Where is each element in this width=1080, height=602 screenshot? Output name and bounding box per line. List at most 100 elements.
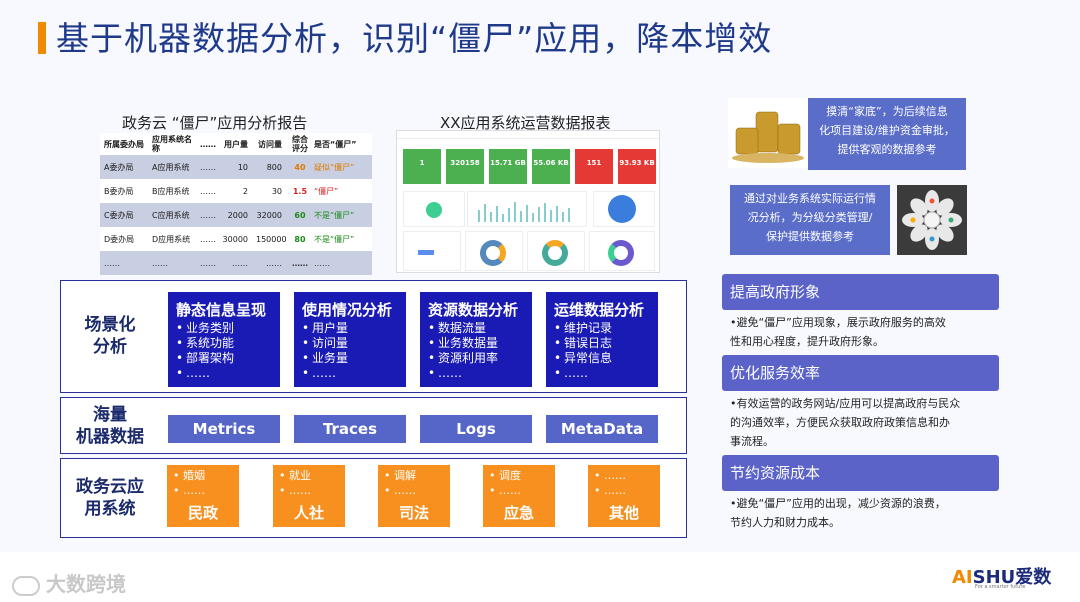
scene-item: ……: [554, 366, 650, 381]
system-name: 司法: [398, 504, 429, 522]
table-cell: 800: [266, 162, 282, 172]
table-cell: D应用系统: [152, 234, 191, 244]
dashboard-toolbar: [397, 131, 659, 139]
system-item: ……: [173, 483, 233, 498]
machine-data-box: MetaData: [546, 415, 658, 443]
kpi-card: 1: [403, 149, 441, 184]
dashboard-screenshot: 1 320158 15.71 GB 55.06 KB 151 93.93 KB: [396, 130, 660, 273]
page-title: 基于机器数据分析，识别“僵尸”应用，降本增效: [56, 19, 773, 58]
scene-card: 静态信息呈现业务类别系统功能部署架构……: [168, 292, 280, 387]
machine-data-box: Logs: [420, 415, 532, 443]
dashboard-panel: [465, 231, 523, 271]
info-box-line: 况分析，为分级分类管理/: [747, 211, 873, 224]
table-cell: 疑似“僵尸”: [314, 162, 355, 172]
scene-item: 维护记录: [554, 321, 650, 336]
table-cell: 40: [294, 162, 306, 172]
table-cell: 30000: [222, 234, 248, 244]
table-cell: ……: [200, 186, 216, 196]
table-cell: “僵尸”: [314, 186, 339, 196]
brand-ai: AI: [952, 567, 973, 588]
system-item: 调度: [489, 468, 549, 483]
watermark: 大数跨境: [12, 568, 126, 597]
table-cell: ……: [200, 162, 216, 172]
row-label-line: 海量: [93, 405, 127, 425]
row-label-line: 用系统: [84, 499, 136, 519]
table-cell: C应用系统: [152, 210, 190, 220]
system-name: 民政: [187, 504, 218, 522]
benefit-title: 节约资源成本: [722, 455, 999, 491]
benefit-line: •避免“僵尸”应用的出现，减少资源的浪费，: [730, 497, 946, 510]
row-label-system: 政务云应 用系统: [66, 476, 154, 520]
scene-item: 访问量: [302, 336, 398, 351]
watermark-text: 大数跨境: [46, 572, 126, 596]
scene-title: 资源数据分析: [428, 301, 519, 319]
row-label-scene: 场景化 分析: [70, 314, 150, 358]
table-cell: ……: [200, 210, 216, 220]
table-cell: 150000: [256, 234, 286, 244]
info-box-line: 通过对业务系统实际运行情: [744, 192, 876, 205]
table-cell: 10: [237, 162, 248, 172]
machine-data-box: Traces: [294, 415, 406, 443]
table-row: D委办局 D应用系统 …… 30000 150000 80 不是“僵尸”: [100, 227, 372, 251]
dashboard-panel: [527, 231, 585, 271]
benefit-line: 性和用心程度，提升政府形象。: [730, 335, 884, 348]
report-col-header: 所属委办局: [104, 139, 144, 149]
scene-item: 异常信息: [554, 351, 650, 366]
table-cell: ……: [232, 258, 248, 268]
report-col-header: 访问量: [258, 139, 282, 149]
table-cell: ……: [266, 258, 282, 268]
table-cell: 2000: [227, 210, 248, 220]
table-cell: 32000: [256, 210, 282, 220]
scene-title: 运维数据分析: [554, 301, 645, 319]
system-item: ……: [279, 483, 339, 498]
scene-item: 业务类别: [176, 321, 272, 336]
benefit-line: •有效运营的政务网站/应用可以提高政府与民众: [730, 397, 961, 410]
table-row: …… …… …… …… …… …… ……: [100, 251, 372, 275]
dashboard-panel: [589, 231, 655, 271]
scene-item: 资源利用率: [428, 351, 524, 366]
table-cell: 30: [271, 186, 282, 196]
table-cell: ……: [152, 258, 168, 268]
system-item: 调解: [384, 468, 444, 483]
system-name: 应急: [503, 504, 534, 522]
table-cell: 1.5: [292, 186, 308, 196]
scene-item: 业务量: [302, 351, 398, 366]
system-item: 就业: [279, 468, 339, 483]
row-label-line: 场景化: [84, 315, 136, 335]
table-cell: ……: [200, 258, 216, 268]
kpi-card: 55.06 KB: [532, 149, 570, 184]
table-cell: 80: [294, 234, 306, 244]
zombie-report-table: 所属委办局 应用系统名称 …… 用户量 访问量 综合评分 是否“僵尸” A委办局…: [100, 133, 372, 275]
scene-title: 静态信息呈现: [176, 301, 267, 319]
report-col-header: 是否“僵尸”: [314, 139, 357, 149]
table-cell: B应用系统: [152, 186, 190, 196]
kpi-card: 320158: [446, 149, 484, 184]
report-header-row: 所属委办局 应用系统名称 …… 用户量 访问量 综合评分 是否“僵尸”: [100, 133, 372, 155]
table-cell: 不是“僵尸”: [314, 234, 355, 244]
benefit-line: •避免“僵尸”应用现象，展示政府服务的高效: [730, 316, 946, 329]
report-col-header: 应用系统名称: [152, 135, 192, 153]
system-item: ……: [489, 483, 549, 498]
coin-stack-icon: [732, 111, 804, 163]
benefit-text: •避免“僵尸”应用现象，展示政府服务的高效 性和用心程度，提升政府形象。: [730, 313, 992, 351]
kpi-card: 93.93 KB: [618, 149, 656, 184]
brand-tagline: For a smarter future: [975, 584, 1026, 590]
info-box-line: 提供客观的数据参考: [837, 143, 937, 156]
system-card: 就业…… 人社: [273, 465, 345, 527]
benefit-line: 节约人力和财力成本。: [730, 516, 840, 529]
row-label-line: 政务云应: [76, 477, 144, 497]
scene-item: 部署架构: [176, 351, 272, 366]
info-box-line: 保护提供数据参考: [766, 230, 854, 243]
benefit-line: 的沟通效率，方便民众获取政府政策信息和办: [730, 416, 950, 429]
gold-coins-image: [728, 98, 808, 168]
scene-card: 运维数据分析维护记录错误日志异常信息……: [546, 292, 658, 387]
table-row: C委办局 C应用系统 …… 2000 32000 60 不是“僵尸”: [100, 203, 372, 227]
benefit-line: 事流程。: [730, 435, 774, 448]
table-row: A委办局 A应用系统 …… 10 800 40 疑似“僵尸”: [100, 155, 372, 179]
kpi-card: 151: [575, 149, 613, 184]
scene-item: 错误日志: [554, 336, 650, 351]
system-card: 婚姻…… 民政: [167, 465, 239, 527]
system-item: 婚姻: [173, 468, 233, 483]
report-col-header: 用户量: [224, 139, 248, 149]
scene-item: ……: [428, 366, 524, 381]
